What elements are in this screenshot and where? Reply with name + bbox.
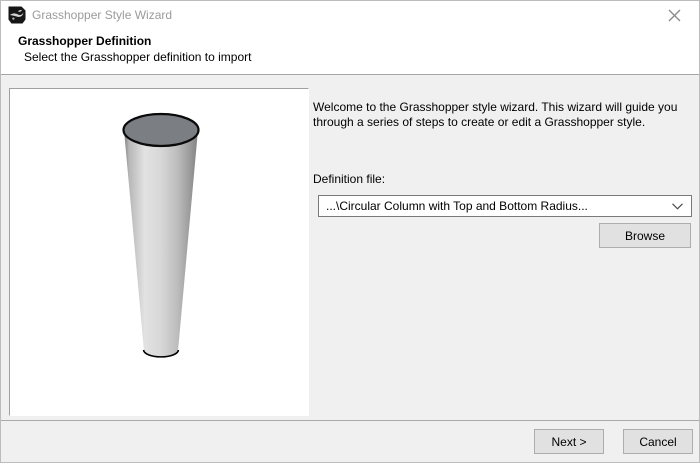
definition-file-value: ...\Circular Column with Top and Bottom … [319, 199, 663, 213]
cancel-button[interactable]: Cancel [623, 429, 693, 454]
chevron-down-icon[interactable] [663, 203, 691, 210]
window-title: Grasshopper Style Wizard [32, 8, 172, 22]
column-preview-image [10, 89, 308, 415]
welcome-text: Welcome to the Grasshopper style wizard.… [313, 100, 691, 130]
page-subtitle: Select the Grasshopper definition to imp… [24, 50, 251, 64]
grasshopper-style-wizard-dialog: Grasshopper Style Wizard Grasshopper Def… [0, 0, 700, 463]
title-bar[interactable]: Grasshopper Style Wizard [1, 1, 699, 29]
wizard-header-zone: Grasshopper Style Wizard Grasshopper Def… [1, 1, 699, 75]
wizard-body: Welcome to the Grasshopper style wizard.… [1, 76, 699, 420]
definition-preview-panel [9, 88, 309, 416]
wizard-footer: Next > Cancel [1, 420, 699, 462]
grasshopper-style-app-icon [8, 6, 26, 24]
definition-file-dropdown[interactable]: ...\Circular Column with Top and Bottom … [318, 195, 692, 217]
page-title: Grasshopper Definition [18, 34, 151, 48]
next-button[interactable]: Next > [534, 429, 604, 454]
close-icon[interactable] [659, 3, 689, 27]
definition-file-label: Definition file: [313, 172, 385, 186]
browse-button[interactable]: Browse [599, 223, 691, 248]
